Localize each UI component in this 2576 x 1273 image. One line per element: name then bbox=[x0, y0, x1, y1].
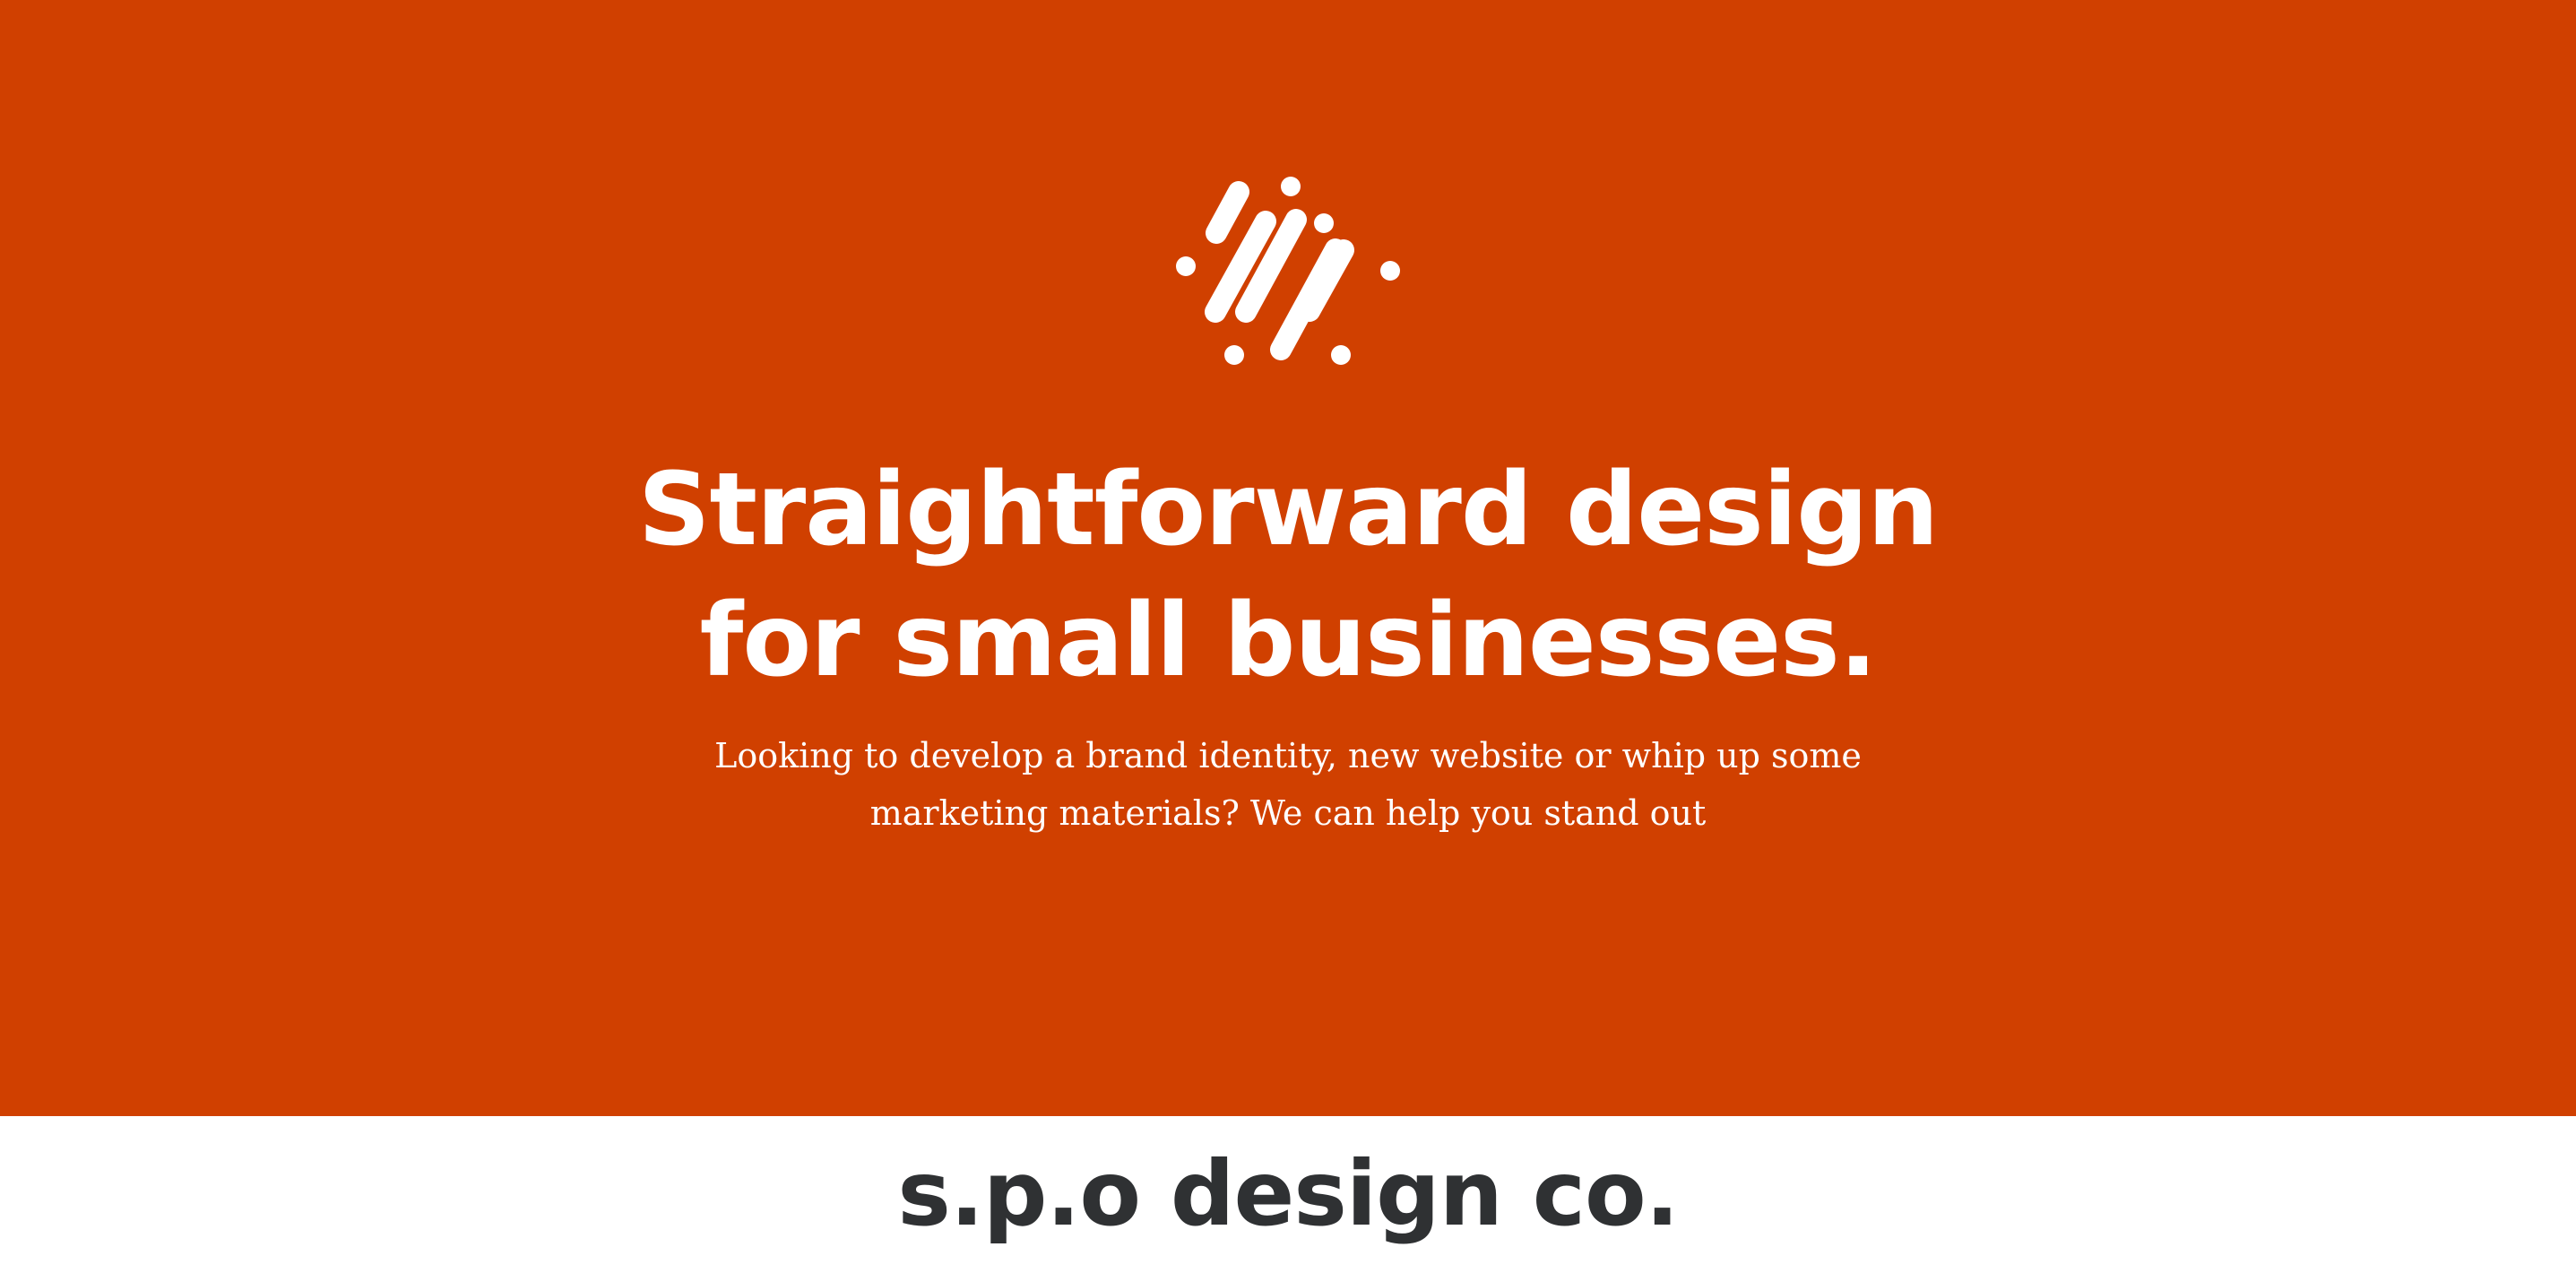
hero-headline: Straightforward design for small busines… bbox=[0, 445, 2576, 706]
hero-headline-line-2: for small businesses. bbox=[699, 583, 1878, 699]
brand-name: s.p.o design co. bbox=[897, 1141, 1679, 1246]
hero-subtext-line-2: marketing materials? We can help you sta… bbox=[869, 793, 1707, 833]
diagonal-lines-logo-icon bbox=[1165, 166, 1411, 381]
hero-section: Straightforward design for small busines… bbox=[0, 0, 2576, 1116]
hero-subtext: Looking to develop a brand identity, new… bbox=[0, 727, 2576, 842]
page: Straightforward design for small busines… bbox=[0, 0, 2576, 1273]
hero-headline-line-1: Straightforward design bbox=[637, 452, 1939, 568]
hero-subtext-line-1: Looking to develop a brand identity, new… bbox=[714, 736, 1862, 775]
